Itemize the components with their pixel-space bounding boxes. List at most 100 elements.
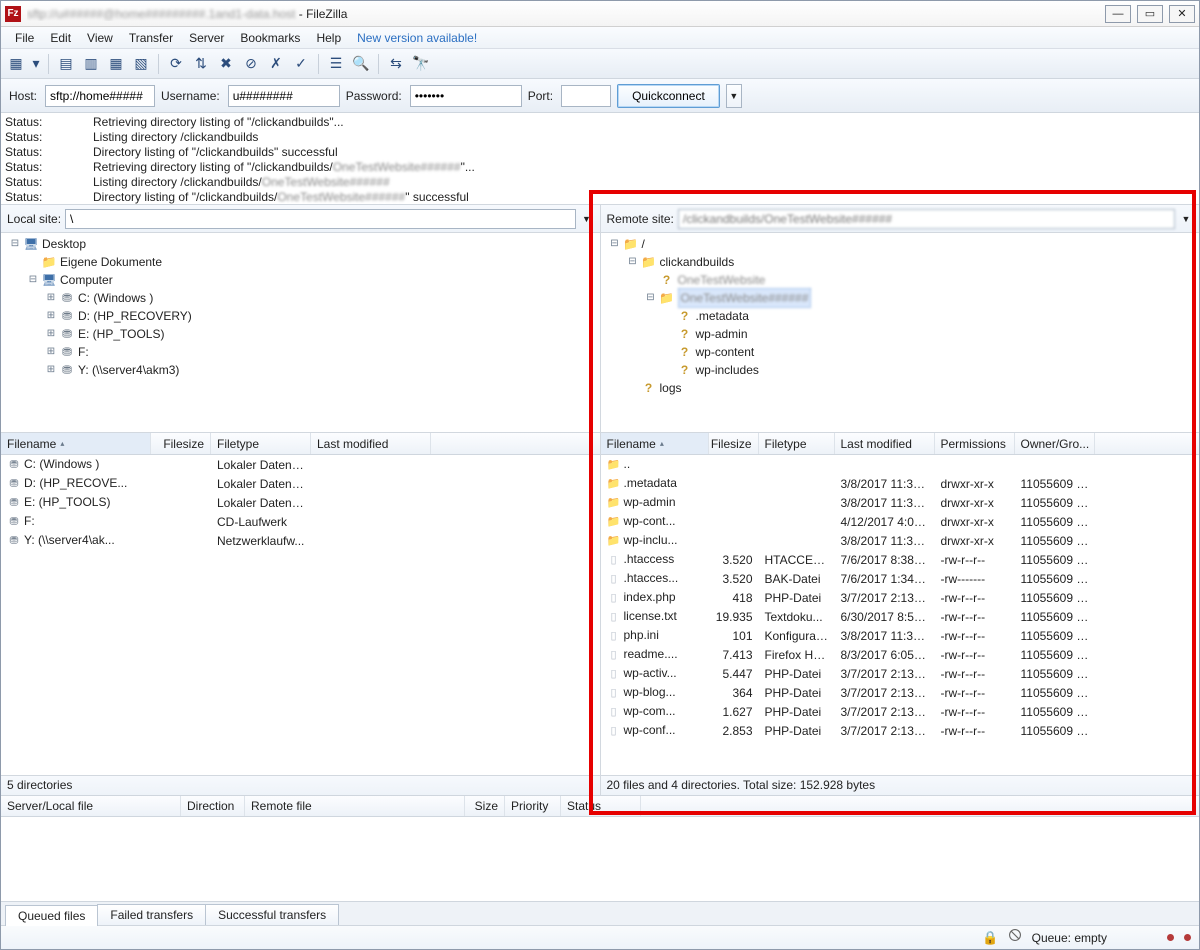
list-row[interactable]: ▯license.txt19.935Textdoku...6/30/2017 8…: [601, 607, 1200, 626]
tree-node[interactable]: ?OneTestWebsite: [601, 271, 1200, 289]
tree-node[interactable]: ?logs: [601, 379, 1200, 397]
list-row[interactable]: ⛃D: (HP_RECOVE...Lokaler Datent...: [1, 474, 600, 493]
search-button[interactable]: 🔍: [350, 53, 372, 75]
list-row[interactable]: ▯index.php418PHP-Datei3/7/2017 2:13:3...…: [601, 588, 1200, 607]
local-columns[interactable]: FilenameFilesizeFiletypeLast modified: [1, 433, 600, 455]
sort-button[interactable]: ⇅: [190, 53, 212, 75]
tree-node[interactable]: ⊞⛃C: (Windows ): [1, 289, 600, 307]
tree-node[interactable]: ?wp-includes: [601, 361, 1200, 379]
minimize-button[interactable]: —: [1105, 5, 1131, 23]
list-row[interactable]: ▯php.ini101Konfigurati...3/8/2017 11:35:…: [601, 626, 1200, 645]
tree-node[interactable]: ⊞⛃Y: (\\server4\akm3): [1, 361, 600, 379]
column-size[interactable]: Size: [465, 796, 505, 816]
close-button[interactable]: ✕: [1169, 5, 1195, 23]
list-row[interactable]: ⛃C: (Windows )Lokaler Datent...: [1, 455, 600, 474]
tab-failed-transfers[interactable]: Failed transfers: [97, 904, 206, 925]
tile4-button[interactable]: ▧: [130, 53, 152, 75]
list-row[interactable]: ▯.htacces...3.520BAK-Datei7/6/2017 1:34:…: [601, 569, 1200, 588]
queue-body[interactable]: [1, 817, 1199, 901]
help-icon[interactable]: 🛇: [1008, 927, 1021, 949]
local-filelist[interactable]: ⛃C: (Windows )Lokaler Datent...⛃D: (HP_R…: [1, 455, 600, 775]
quickconnect-button[interactable]: Quickconnect: [617, 84, 720, 108]
list-row[interactable]: ▯readme....7.413Firefox HT...8/3/2017 6:…: [601, 645, 1200, 664]
host-input[interactable]: [45, 85, 155, 107]
tree-node[interactable]: ⊞⛃D: (HP_RECOVERY): [1, 307, 600, 325]
list-row[interactable]: ⛃F:CD-Laufwerk: [1, 512, 600, 531]
remote-columns[interactable]: FilenameFilesizeFiletypeLast modifiedPer…: [601, 433, 1200, 455]
local-tree[interactable]: ⊟🖥Desktop📁Eigene Dokumente⊟🖥Computer⊞⛃C:…: [1, 233, 600, 433]
message-log[interactable]: Status:Retrieving directory listing of "…: [1, 113, 1199, 205]
tree-node[interactable]: ⊟🖥Computer: [1, 271, 600, 289]
menu-new-version-available-[interactable]: New version available!: [349, 29, 485, 47]
tree-node[interactable]: ⊟🖥Desktop: [1, 235, 600, 253]
username-input[interactable]: [228, 85, 340, 107]
tree-node[interactable]: ⊞⛃F:: [1, 343, 600, 361]
menu-help[interactable]: Help: [308, 29, 349, 47]
quickconnect-dropdown[interactable]: ▼: [726, 84, 742, 108]
column-remote-file[interactable]: Remote file: [245, 796, 465, 816]
refresh-button[interactable]: ⟳: [165, 53, 187, 75]
tile1-button[interactable]: ▤: [55, 53, 77, 75]
column-owner-gro-[interactable]: Owner/Gro...: [1015, 433, 1095, 454]
tree-node[interactable]: ?.metadata: [601, 307, 1200, 325]
local-site-dropdown[interactable]: ▼: [580, 214, 594, 224]
list-row[interactable]: ▯wp-activ...5.447PHP-Datei3/7/2017 2:13:…: [601, 664, 1200, 683]
menu-file[interactable]: File: [7, 29, 42, 47]
tile2-button[interactable]: ▥: [80, 53, 102, 75]
queue-columns[interactable]: Server/Local fileDirectionRemote fileSiz…: [1, 795, 1199, 817]
column-server-local-file[interactable]: Server/Local file: [1, 796, 181, 816]
port-input[interactable]: [561, 85, 611, 107]
column-permissions[interactable]: Permissions: [935, 433, 1015, 454]
stop-button[interactable]: ✖: [215, 53, 237, 75]
remote-filelist[interactable]: 📁..📁.metadata3/8/2017 11:35:...drwxr-xr-…: [601, 455, 1200, 775]
column-filetype[interactable]: Filetype: [759, 433, 835, 454]
column-priority[interactable]: Priority: [505, 796, 561, 816]
cancelq-button[interactable]: ⊘: [240, 53, 262, 75]
list-button[interactable]: ☰: [325, 53, 347, 75]
tree-node[interactable]: ⊟📁OneTestWebsite######: [601, 289, 1200, 307]
sync-button[interactable]: ⇆: [385, 53, 407, 75]
server-button[interactable]: ▦: [5, 53, 27, 75]
list-row[interactable]: ▯.htaccess3.520HTACCESS...7/6/2017 8:38:…: [601, 550, 1200, 569]
column-filename[interactable]: Filename: [601, 433, 709, 454]
tree-node[interactable]: ?wp-content: [601, 343, 1200, 361]
menu-edit[interactable]: Edit: [42, 29, 79, 47]
tile3-button[interactable]: ▦: [105, 53, 127, 75]
remote-site-input[interactable]: [678, 209, 1175, 229]
menu-view[interactable]: View: [79, 29, 121, 47]
list-row[interactable]: ▯wp-conf...2.853PHP-Datei3/7/2017 2:13:3…: [601, 721, 1200, 740]
tree-node[interactable]: ⊟📁clickandbuilds: [601, 253, 1200, 271]
list-row[interactable]: 📁.metadata3/8/2017 11:35:...drwxr-xr-x11…: [601, 474, 1200, 493]
list-row[interactable]: ▯wp-com...1.627PHP-Datei3/7/2017 2:13:3.…: [601, 702, 1200, 721]
list-row[interactable]: 📁wp-inclu...3/8/2017 11:35:...drwxr-xr-x…: [601, 531, 1200, 550]
tab-queued-files[interactable]: Queued files: [5, 905, 98, 926]
remote-site-dropdown[interactable]: ▼: [1179, 214, 1193, 224]
list-row[interactable]: ▯wp-blog...364PHP-Datei3/7/2017 2:13:3..…: [601, 683, 1200, 702]
tree-node[interactable]: ⊞⛃E: (HP_TOOLS): [1, 325, 600, 343]
cancelx-button[interactable]: ✗: [265, 53, 287, 75]
column-last-modified[interactable]: Last modified: [835, 433, 935, 454]
menu-transfer[interactable]: Transfer: [121, 29, 181, 47]
column-last-modified[interactable]: Last modified: [311, 433, 431, 454]
tree-node[interactable]: ?wp-admin: [601, 325, 1200, 343]
list-row[interactable]: 📁wp-cont...4/12/2017 4:01:...drwxr-xr-x1…: [601, 512, 1200, 531]
local-site-input[interactable]: [65, 209, 575, 229]
check-button[interactable]: ✓: [290, 53, 312, 75]
menu-server[interactable]: Server: [181, 29, 232, 47]
server-dropdown[interactable]: ▾: [30, 53, 42, 75]
column-filesize[interactable]: Filesize: [151, 433, 211, 454]
column-filesize[interactable]: Filesize: [709, 433, 759, 454]
menu-bookmarks[interactable]: Bookmarks: [232, 29, 308, 47]
maximize-button[interactable]: ▭: [1137, 5, 1163, 23]
tree-node[interactable]: 📁Eigene Dokumente: [1, 253, 600, 271]
list-row[interactable]: 📁..: [601, 455, 1200, 474]
tab-successful-transfers[interactable]: Successful transfers: [205, 904, 339, 925]
list-row[interactable]: ⛃E: (HP_TOOLS)Lokaler Datent...: [1, 493, 600, 512]
tree-node[interactable]: ⊟📁/: [601, 235, 1200, 253]
column-filename[interactable]: Filename: [1, 433, 151, 454]
list-row[interactable]: 📁wp-admin3/8/2017 11:35:...drwxr-xr-x110…: [601, 493, 1200, 512]
list-row[interactable]: ⛃Y: (\\server4\ak...Netzwerklaufw...: [1, 531, 600, 550]
column-filetype[interactable]: Filetype: [211, 433, 311, 454]
password-input[interactable]: [410, 85, 522, 107]
column-status[interactable]: Status: [561, 796, 641, 816]
